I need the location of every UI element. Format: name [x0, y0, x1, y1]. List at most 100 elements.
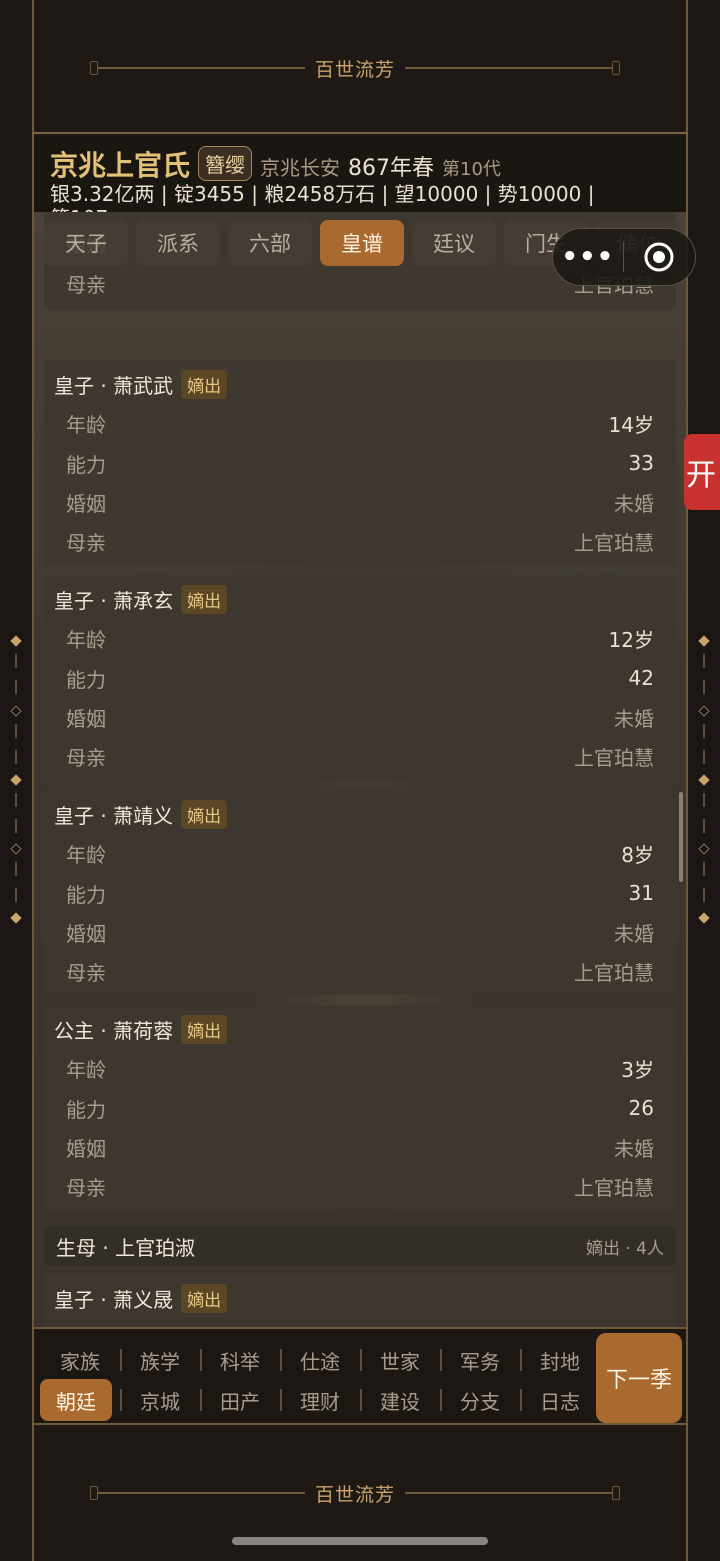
close-miniprogram-button[interactable]: [624, 240, 696, 274]
nav-jiazu[interactable]: 家族: [40, 1339, 120, 1381]
banner-end-left: [90, 61, 98, 75]
info-row: 母亲 上官珀慧: [66, 1171, 654, 1201]
birth-tag: 嫡出: [181, 1284, 228, 1313]
nav-fengdi[interactable]: 封地: [520, 1339, 600, 1381]
ornament-tick: [703, 654, 705, 668]
child-card[interactable]: 皇子 · 萧武武 嫡出 年龄 14岁 能力 33 婚姻 未婚 母亲 上官珀慧: [44, 360, 676, 565]
info-value: 3岁: [621, 1057, 654, 1082]
ornament-tick: [15, 724, 17, 738]
tab-huangpu[interactable]: 皇谱: [320, 220, 404, 266]
info-row: 婚姻 未婚: [66, 1132, 654, 1162]
nav-jingcheng[interactable]: 京城: [120, 1379, 200, 1421]
child-card[interactable]: 公主 · 萧荷蓉 嫡出 年龄 3岁 能力 26 婚姻 未婚 母亲 上官珀慧: [44, 1005, 676, 1210]
info-value: 14岁: [608, 412, 654, 437]
banner-line-right: [405, 67, 613, 69]
ornament-tick: [703, 888, 705, 902]
child-title: 皇子 · 萧靖义 嫡出: [54, 800, 228, 829]
ornament-tick: [15, 819, 17, 833]
ornament-tick: [703, 750, 705, 764]
tab-tianzi[interactable]: 天子: [44, 220, 128, 266]
info-value: 8岁: [621, 842, 654, 867]
nav-tianchan[interactable]: 田产: [200, 1379, 280, 1421]
nav-zuxue[interactable]: 族学: [120, 1339, 200, 1381]
info-value: 未婚: [614, 706, 654, 731]
banner-end-right: [612, 1486, 621, 1500]
bottom-navigation: 家族 族学 科举 仕途 世家 军务 封地 朝廷 京城 田产 理财 建设 分支 日…: [34, 1327, 686, 1425]
side-tab-label: 开: [686, 458, 716, 493]
info-key: 母亲: [66, 960, 106, 985]
banner-line-left: [98, 67, 305, 69]
banner-divider: [32, 132, 688, 134]
info-key: 婚姻: [66, 921, 106, 946]
child-name: 公主 · 萧荷蓉: [54, 1019, 174, 1043]
resources-line: 银3.32亿两 | 锭3455 | 粮2458万石 | 望10000 | 势10…: [50, 182, 595, 206]
nav-row-top: 家族 族学 科举 仕途 世家 军务 封地: [40, 1339, 600, 1381]
info-value: 未婚: [614, 1136, 654, 1161]
info-key: 能力: [66, 882, 106, 907]
info-row: 年龄 3岁: [66, 1053, 654, 1083]
home-indicator[interactable]: [232, 1537, 488, 1545]
child-title: 皇子 · 萧义晟 嫡出: [54, 1284, 228, 1313]
info-key: 婚姻: [66, 491, 106, 516]
banner-title: 百世流芳: [315, 58, 396, 81]
info-value: 未婚: [614, 921, 654, 946]
info-value: 33: [628, 451, 654, 475]
info-value: 上官珀慧: [574, 1175, 654, 1200]
mother-group-header[interactable]: 生母 · 上官珀淑 嫡出 · 4人: [44, 1226, 676, 1266]
tab-paixi[interactable]: 派系: [136, 220, 220, 266]
child-card[interactable]: 皇子 · 萧承玄 嫡出 年龄 12岁 能力 42 婚姻 未婚 母亲 上官珀慧: [44, 575, 676, 780]
banner-end-left: [90, 1486, 98, 1500]
ornament-tick: [703, 680, 705, 694]
child-name: 皇子 · 萧靖义: [54, 804, 174, 828]
info-key: 年龄: [66, 412, 106, 437]
ornament-diamond: [10, 774, 22, 786]
ornament-tick: [15, 862, 17, 876]
ornament-tick: [703, 819, 705, 833]
info-key: 能力: [66, 452, 106, 477]
next-season-button[interactable]: 下一季: [596, 1333, 682, 1423]
nav-chaoting[interactable]: 朝廷: [40, 1379, 112, 1421]
child-card[interactable]: 皇子 · 萧义晟 嫡出: [44, 1274, 676, 1327]
nav-fenzhi[interactable]: 分支: [440, 1379, 520, 1421]
ornament-diamond: [698, 635, 710, 647]
nav-rizhi[interactable]: 日志: [520, 1379, 600, 1421]
tab-liubu[interactable]: 六部: [228, 220, 312, 266]
banner-line-left: [98, 1492, 305, 1494]
ornament-diamond: [10, 843, 22, 855]
info-row: 能力 33: [66, 448, 654, 478]
info-value: 31: [628, 881, 654, 905]
scrollbar[interactable]: [679, 792, 683, 882]
nav-jianshe[interactable]: 建设: [360, 1379, 440, 1421]
info-key: 母亲: [66, 272, 106, 297]
more-button[interactable]: •••: [553, 242, 623, 272]
top-banner: 百世流芳: [90, 56, 621, 81]
banner-end-right: [612, 61, 621, 75]
info-row: 婚姻 未婚: [66, 702, 654, 732]
nav-junwu[interactable]: 军务: [440, 1339, 520, 1381]
info-value: 上官珀慧: [574, 960, 654, 985]
ornament-diamond: [698, 912, 710, 924]
child-title: 皇子 · 萧承玄 嫡出: [54, 585, 228, 614]
info-row: 母亲 上官珀慧: [66, 956, 654, 986]
child-name: 皇子 · 萧武武: [54, 374, 174, 398]
info-key: 年龄: [66, 842, 106, 867]
mother-children-count: 嫡出 · 4人: [585, 1238, 664, 1259]
banner-title: 百世流芳: [315, 1483, 396, 1506]
bottom-banner: 百世流芳: [90, 1481, 621, 1506]
ornament-diamond: [10, 705, 22, 717]
info-value: 上官珀慧: [574, 530, 654, 555]
ornament-diamond: [698, 705, 710, 717]
tab-tingyi[interactable]: 廷议: [412, 220, 496, 266]
info-value: 26: [628, 1096, 654, 1120]
rank-badge: 簪缨: [198, 146, 253, 181]
info-row: 能力 42: [66, 663, 654, 693]
child-card[interactable]: 皇子 · 萧靖义 嫡出 年龄 8岁 能力 31 婚姻 未婚 母亲 上官珀慧: [44, 790, 676, 995]
nav-keju[interactable]: 科举: [200, 1339, 280, 1381]
side-open-tab[interactable]: 开: [684, 434, 720, 510]
nav-licai[interactable]: 理财: [280, 1379, 360, 1421]
ornament-tick: [703, 793, 705, 807]
nav-shijia[interactable]: 世家: [360, 1339, 440, 1381]
ornament-tick: [703, 862, 705, 876]
child-name: 皇子 · 萧承玄: [54, 589, 174, 613]
nav-shitu[interactable]: 仕途: [280, 1339, 360, 1381]
